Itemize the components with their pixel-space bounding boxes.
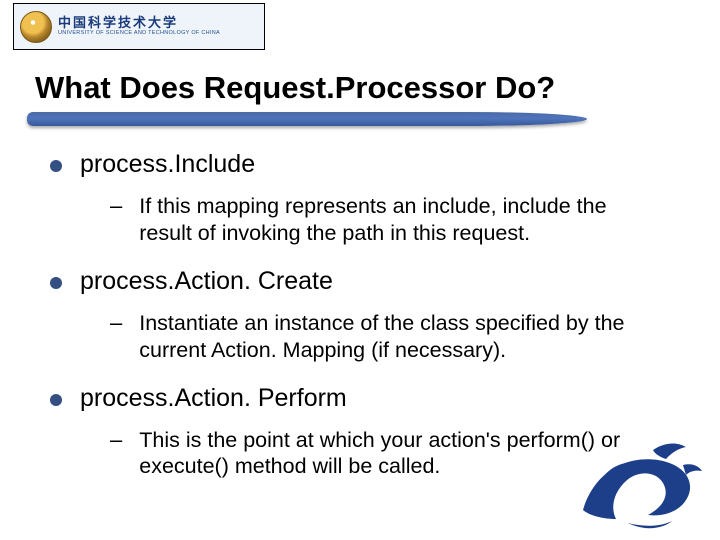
list-item: process.Include — [50, 150, 665, 179]
list-item: process.Action. Perform — [50, 384, 665, 413]
university-name: 中国科学技术大学 UNIVERSITY OF SCIENCE AND TECHN… — [58, 16, 220, 37]
dash-icon: – — [110, 310, 122, 336]
list-subitem-text: This is the point at which your action's… — [139, 427, 665, 481]
slide-content: process.Include – If this mapping repres… — [50, 150, 665, 486]
bullet-icon — [50, 394, 62, 406]
slide-title: What Does Request.Processor Do? — [35, 70, 555, 106]
university-seal-icon — [20, 11, 52, 43]
list-item-label: process.Include — [80, 150, 255, 179]
bullet-icon — [50, 277, 62, 289]
list-subitem-text: If this mapping represents an include, i… — [139, 193, 665, 247]
list-subitem: – If this mapping represents an include,… — [110, 193, 665, 247]
bullet-icon — [50, 160, 62, 172]
university-name-cn: 中国科学技术大学 — [58, 16, 220, 29]
university-logo-bar: 中国科学技术大学 UNIVERSITY OF SCIENCE AND TECHN… — [13, 3, 265, 50]
list-item: process.Action. Create — [50, 267, 665, 296]
dash-icon: – — [110, 427, 122, 453]
dash-icon: – — [110, 193, 122, 219]
title-underline — [27, 112, 587, 126]
list-subitem: – This is the point at which your action… — [110, 427, 665, 481]
university-name-en: UNIVERSITY OF SCIENCE AND TECHNOLOGY OF … — [58, 31, 220, 37]
list-subitem: – Instantiate an instance of the class s… — [110, 310, 665, 364]
list-item-label: process.Action. Perform — [80, 384, 347, 413]
list-item-label: process.Action. Create — [80, 267, 333, 296]
list-subitem-text: Instantiate an instance of the class spe… — [139, 310, 665, 364]
